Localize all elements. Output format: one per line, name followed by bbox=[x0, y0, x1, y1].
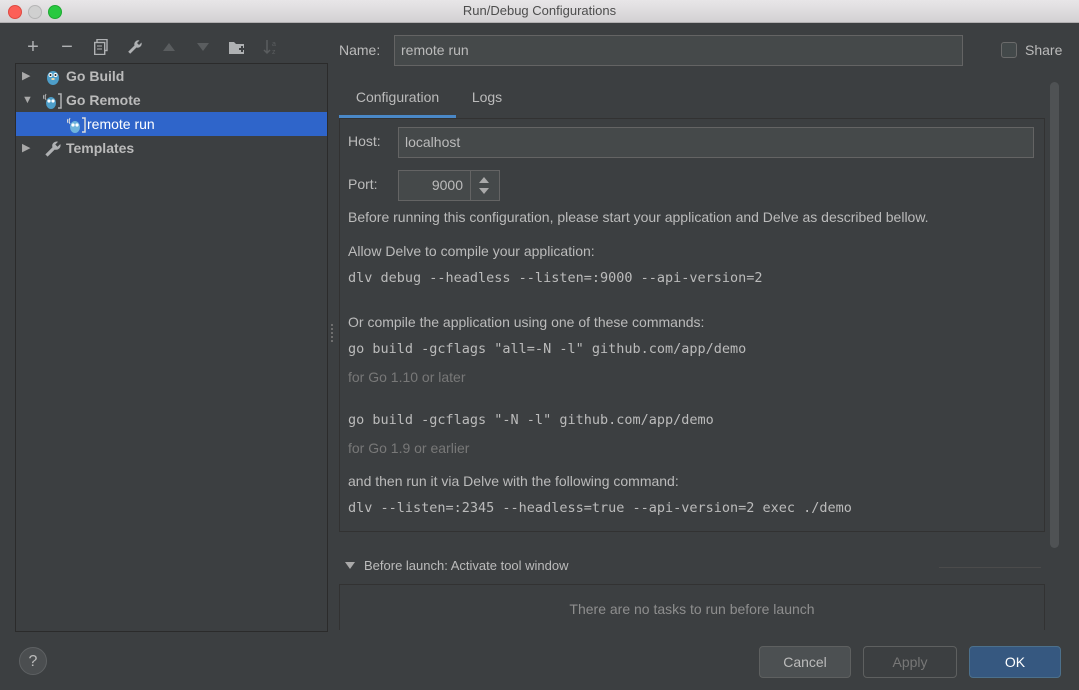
hint-new: for Go 1.10 or later bbox=[348, 369, 466, 385]
port-label: Port: bbox=[348, 176, 378, 192]
name-label: Name: bbox=[339, 42, 381, 58]
tree-item-label: remote run bbox=[87, 116, 155, 132]
ok-button[interactable]: OK bbox=[969, 646, 1061, 678]
host-input[interactable]: localhost bbox=[398, 127, 1034, 158]
splitter-handle[interactable] bbox=[330, 322, 334, 342]
tab-logs[interactable]: Logs bbox=[463, 84, 511, 118]
tree-item-label: Templates bbox=[66, 140, 135, 156]
window-title: Run/Debug Configurations bbox=[462, 3, 617, 18]
tab-configuration[interactable]: Configuration bbox=[339, 84, 456, 118]
then-title: and then run it via Delve with the follo… bbox=[348, 473, 679, 489]
tree-item-label: Go Build bbox=[66, 68, 125, 84]
or-title: Or compile the application using one of … bbox=[348, 314, 705, 330]
name-input[interactable]: remote run bbox=[394, 35, 963, 66]
window-titlebar: Run/Debug Configurations bbox=[0, 0, 1079, 23]
move-down-icon[interactable] bbox=[186, 36, 220, 58]
cancel-button[interactable]: Cancel bbox=[759, 646, 851, 678]
allow-title: Allow Delve to compile your application: bbox=[348, 243, 595, 259]
port-value[interactable]: 9000 bbox=[432, 171, 463, 200]
config-toolbar: + − az bbox=[16, 36, 288, 58]
gopher-icon bbox=[44, 68, 62, 85]
empty-tasks-text: There are no tasks to run before launch bbox=[569, 601, 815, 617]
add-icon[interactable]: + bbox=[16, 36, 50, 58]
new-folder-icon[interactable] bbox=[220, 36, 254, 58]
hint-old: for Go 1.9 or earlier bbox=[348, 440, 470, 456]
minimize-window-button[interactable] bbox=[28, 5, 42, 19]
spinner-up-icon[interactable] bbox=[479, 177, 489, 183]
build-command-old: go build -gcflags "-N -l" github.com/app… bbox=[348, 412, 714, 428]
vertical-scrollbar[interactable] bbox=[1050, 82, 1059, 548]
maximize-window-button[interactable] bbox=[48, 5, 62, 19]
help-button[interactable]: ? bbox=[19, 647, 47, 675]
expand-arrow-icon[interactable]: ▶ bbox=[22, 64, 34, 88]
before-launch-header[interactable]: Before launch: Activate tool window bbox=[339, 556, 1045, 578]
move-up-icon[interactable] bbox=[152, 36, 186, 58]
divider bbox=[939, 567, 1041, 568]
share-checkbox[interactable] bbox=[1001, 42, 1017, 58]
run-command: dlv --listen=:2345 --headless=true --api… bbox=[348, 500, 852, 516]
share-label[interactable]: Share bbox=[1025, 42, 1062, 58]
tree-item-go-build[interactable]: ▶ Go Build bbox=[16, 64, 327, 88]
remove-icon[interactable]: − bbox=[50, 36, 84, 58]
build-command-new: go build -gcflags "all=-N -l" github.com… bbox=[348, 341, 747, 357]
tree-item-go-remote[interactable]: ▼ Go Remote bbox=[16, 88, 327, 112]
copy-icon[interactable] bbox=[84, 36, 118, 58]
wrench-icon bbox=[44, 140, 62, 157]
collapse-triangle-icon[interactable] bbox=[345, 562, 355, 569]
expand-arrow-icon[interactable]: ▶ bbox=[22, 136, 34, 160]
port-spinner[interactable]: 9000 bbox=[398, 170, 500, 201]
svg-text:z: z bbox=[272, 49, 276, 55]
configuration-tree[interactable]: ▶ Go Build ▼ Go Remote remote run ▶ Temp… bbox=[15, 63, 328, 632]
sort-alpha-icon[interactable]: az bbox=[254, 36, 288, 58]
spinner-down-icon[interactable] bbox=[479, 188, 489, 194]
tree-item-label: Go Remote bbox=[66, 92, 141, 108]
collapse-arrow-icon[interactable]: ▼ bbox=[22, 88, 34, 112]
before-launch-tasks: There are no tasks to run before launch bbox=[339, 584, 1045, 630]
apply-button[interactable]: Apply bbox=[863, 646, 957, 678]
tree-item-templates[interactable]: ▶ Templates bbox=[16, 136, 327, 160]
wrench-icon[interactable] bbox=[118, 36, 152, 58]
gopher-remote-icon bbox=[66, 116, 86, 133]
gopher-remote-icon bbox=[42, 92, 62, 109]
svg-text:a: a bbox=[272, 41, 276, 48]
tree-item-remote-run[interactable]: remote run bbox=[16, 112, 327, 136]
host-label: Host: bbox=[348, 133, 381, 149]
spinner-buttons[interactable] bbox=[470, 171, 499, 200]
close-window-button[interactable] bbox=[8, 5, 22, 19]
before-launch-label: Before launch: Activate tool window bbox=[364, 558, 569, 573]
intro-text: Before running this configuration, pleas… bbox=[348, 209, 929, 225]
scroll-thumb[interactable] bbox=[1050, 82, 1059, 548]
allow-command: dlv debug --headless --listen=:9000 --ap… bbox=[348, 270, 763, 286]
